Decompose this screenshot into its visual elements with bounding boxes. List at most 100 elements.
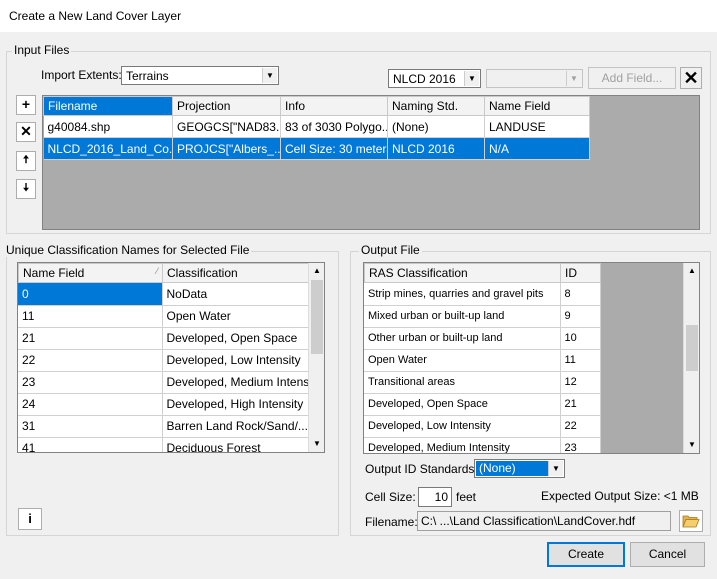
table-cell[interactable]: 12: [560, 371, 601, 394]
filename-input[interactable]: C:\ ...\Land Classification\LandCover.hd…: [417, 511, 671, 531]
table-cell[interactable]: LANDUSE: [484, 115, 590, 138]
table-row[interactable]: 24 Developed, High Intensity: [18, 393, 309, 416]
table-cell[interactable]: 23: [560, 437, 601, 453]
table-cell[interactable]: NLCD 2016: [387, 137, 485, 160]
table-row[interactable]: Other urban or built-up land 10: [364, 327, 601, 350]
table-cell[interactable]: Open Water: [364, 349, 561, 372]
column-header-classification[interactable]: Classification: [162, 263, 309, 283]
table-row[interactable]: Strip mines, quarries and gravel pits 8: [364, 283, 601, 306]
table-cell[interactable]: 10: [560, 327, 601, 350]
table-cell[interactable]: Developed, Medium Intens...: [162, 371, 309, 394]
table-cell[interactable]: Open Water: [162, 305, 309, 328]
table-cell[interactable]: 41: [18, 437, 163, 452]
table-cell[interactable]: (None): [387, 115, 485, 138]
vertical-scrollbar[interactable]: ▲ ▼: [683, 263, 699, 453]
table-cell[interactable]: GEOGCS["NAD83...: [172, 115, 281, 138]
column-header-name-field[interactable]: Name Field: [484, 96, 590, 116]
table-row[interactable]: Open Water 11: [364, 349, 601, 372]
table-cell[interactable]: 83 of 3030 Polygo...: [280, 115, 388, 138]
table-cell[interactable]: NLCD_2016_Land_Co...: [43, 137, 173, 160]
table-cell[interactable]: Developed, Low Intensity: [162, 349, 309, 372]
table-cell[interactable]: 22: [18, 349, 163, 372]
table-cell[interactable]: Developed, Medium Intensity: [364, 437, 561, 453]
column-header-projection[interactable]: Projection: [172, 96, 281, 116]
table-row[interactable]: Developed, Medium Intensity 23: [364, 437, 601, 453]
table-cell[interactable]: 8: [560, 283, 601, 306]
naming-std-value: NLCD 2016: [393, 72, 456, 86]
table-row[interactable]: 22 Developed, Low Intensity: [18, 349, 309, 372]
info-button[interactable]: i: [18, 508, 42, 530]
table-row[interactable]: g40084.shp GEOGCS["NAD83... 83 of 3030 P…: [43, 115, 590, 138]
table-cell[interactable]: Strip mines, quarries and gravel pits: [364, 283, 561, 306]
table-cell[interactable]: Developed, High Intensity: [162, 393, 309, 416]
table-cell[interactable]: 23: [18, 371, 163, 394]
output-id-label: Output ID Standards:: [365, 462, 478, 476]
arrow-up-icon: 🠅: [22, 154, 30, 166]
table-row[interactable]: Mixed urban or built-up land 9: [364, 305, 601, 328]
remove-field-button[interactable]: ✕: [680, 67, 702, 89]
table-row[interactable]: Developed, Open Space 21: [364, 393, 601, 416]
table-cell[interactable]: 24: [18, 393, 163, 416]
table-cell[interactable]: 11: [560, 349, 601, 372]
move-down-button[interactable]: 🠇: [16, 179, 36, 199]
table-cell[interactable]: NoData: [162, 283, 309, 306]
table-row[interactable]: 11 Open Water: [18, 305, 309, 328]
table-cell[interactable]: Developed, Low Intensity: [364, 415, 561, 438]
scroll-down-icon[interactable]: ▼: [309, 436, 324, 452]
table-cell[interactable]: 11: [18, 305, 163, 328]
table-row[interactable]: Developed, Low Intensity 22: [364, 415, 601, 438]
browse-button[interactable]: [679, 510, 703, 532]
table-cell[interactable]: 21: [560, 393, 601, 416]
table-cell[interactable]: g40084.shp: [43, 115, 173, 138]
cancel-button[interactable]: Cancel: [630, 542, 705, 567]
scrollbar-thumb[interactable]: [686, 325, 698, 371]
scroll-up-icon[interactable]: ▲: [684, 263, 699, 279]
input-files-legend: Input Files: [12, 43, 72, 57]
remove-file-button[interactable]: ✕: [16, 122, 36, 142]
create-button[interactable]: Create: [547, 542, 625, 567]
table-row[interactable]: 31 Barren Land Rock/Sand/...: [18, 415, 309, 438]
output-id-dropdown[interactable]: (None) ▼: [474, 459, 565, 478]
table-cell[interactable]: 22: [560, 415, 601, 438]
add-file-button[interactable]: +: [16, 95, 36, 115]
column-header-info[interactable]: Info: [280, 96, 388, 116]
table-cell[interactable]: N/A: [484, 137, 590, 160]
table-cell[interactable]: PROJCS["Albers_...: [172, 137, 281, 160]
column-header-filename[interactable]: Filename: [43, 96, 173, 116]
table-cell[interactable]: Barren Land Rock/Sand/...: [162, 415, 309, 438]
table-cell[interactable]: 9: [560, 305, 601, 328]
table-cell[interactable]: Transitional areas: [364, 371, 561, 394]
unique-names-legend: Unique Classification Names for Selected…: [4, 243, 252, 257]
table-cell[interactable]: Mixed urban or built-up land: [364, 305, 561, 328]
table-cell[interactable]: 0: [18, 283, 163, 306]
scroll-up-icon[interactable]: ▲: [309, 263, 324, 279]
column-header-name-field[interactable]: Name Field ⁄: [18, 263, 163, 283]
import-extents-dropdown[interactable]: Terrains ▼: [121, 66, 279, 85]
vertical-scrollbar[interactable]: ▲ ▼: [308, 263, 324, 452]
cell-size-input[interactable]: 10: [418, 487, 452, 507]
table-cell[interactable]: Cell Size: 30 meters: [280, 137, 388, 160]
table-row[interactable]: 0 NoData: [18, 283, 309, 306]
add-field-button[interactable]: Add Field...: [588, 67, 676, 89]
table-row[interactable]: 21 Developed, Open Space: [18, 327, 309, 350]
naming-std-dropdown[interactable]: NLCD 2016 ▼: [388, 69, 481, 88]
table-cell[interactable]: 21: [18, 327, 163, 350]
window-title: Create a New Land Cover Layer: [9, 9, 182, 23]
column-header-id[interactable]: ID: [560, 263, 601, 283]
table-cell[interactable]: Developed, Open Space: [162, 327, 309, 350]
table-row-selected[interactable]: NLCD_2016_Land_Co... PROJCS["Albers_... …: [43, 137, 590, 160]
table-row[interactable]: 41 Deciduous Forest: [18, 437, 309, 452]
table-cell[interactable]: Developed, Open Space: [364, 393, 561, 416]
move-up-button[interactable]: 🠅: [16, 151, 36, 171]
table-row[interactable]: 23 Developed, Medium Intens...: [18, 371, 309, 394]
scrollbar-thumb[interactable]: [311, 280, 323, 354]
table-cell[interactable]: Other urban or built-up land: [364, 327, 561, 350]
filename-label: Filename:: [365, 515, 418, 529]
scroll-down-icon[interactable]: ▼: [684, 437, 699, 453]
column-header-naming-std[interactable]: Naming Std.: [387, 96, 485, 116]
name-field-dropdown[interactable]: ▼: [486, 69, 583, 88]
table-cell[interactable]: 31: [18, 415, 163, 438]
column-header-ras-classification[interactable]: RAS Classification: [364, 263, 561, 283]
table-cell[interactable]: Deciduous Forest: [162, 437, 309, 452]
table-row[interactable]: Transitional areas 12: [364, 371, 601, 394]
